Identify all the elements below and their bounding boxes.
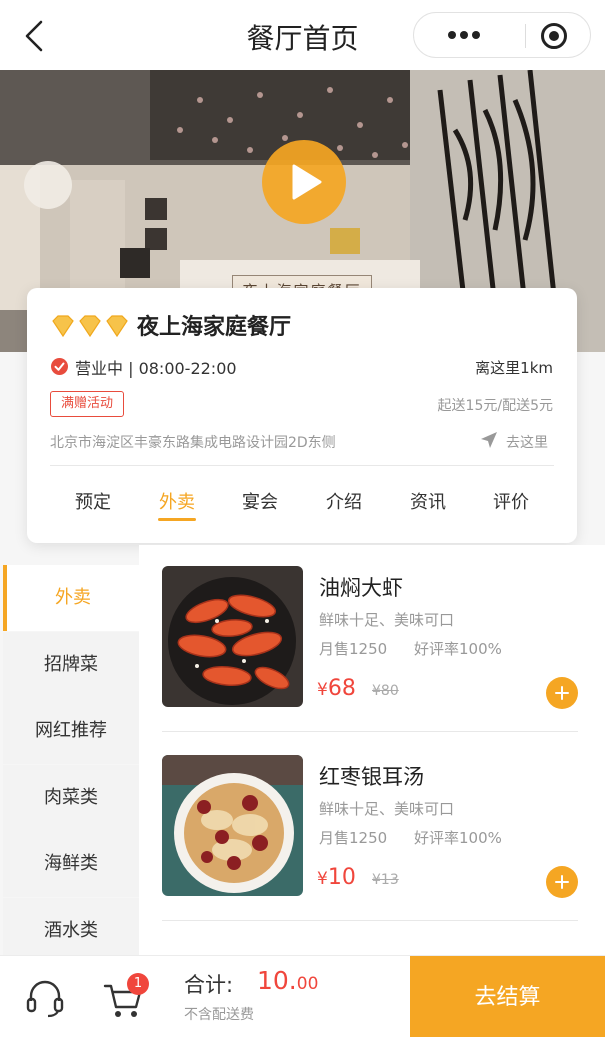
dish-price: ¥10 — [317, 865, 356, 890]
more-icon[interactable] — [444, 23, 484, 47]
dish-item[interactable]: 红枣银耳汤 鲜味十足、美味可口 月售1250 好评率100% ¥10 ¥13 — [162, 755, 578, 925]
open-status-icon — [51, 358, 68, 375]
dish-monthly-sales: 月售1250 — [319, 829, 388, 847]
business-hours: 营业中 | 08:00-22:00 — [75, 359, 237, 378]
restaurant-tabs: 预定 外卖 宴会 介绍 资讯 评价 — [27, 466, 577, 543]
dish-name: 油焖大虾 — [319, 576, 403, 600]
dish-monthly-sales: 月售1250 — [319, 640, 388, 658]
plus-icon — [555, 686, 569, 700]
delivery-fee-info: 起送15元/配送5元 — [437, 398, 553, 414]
play-icon — [292, 164, 322, 200]
tab-reviews[interactable]: 评价 — [476, 488, 546, 514]
dish-description: 鲜味十足、美味可口 — [319, 611, 455, 629]
plus-icon — [555, 875, 569, 889]
diamond-rating-icon — [52, 315, 128, 338]
dish-item[interactable]: 油焖大虾 鲜味十足、美味可口 月售1250 好评率100% ¥68 ¥80 — [162, 566, 578, 736]
navigate-link[interactable]: 去这里 — [506, 432, 548, 452]
currency-symbol: ¥ — [317, 680, 328, 700]
dish-divider — [162, 731, 578, 732]
dish-original-price: ¥13 — [372, 872, 399, 888]
tab-banquet[interactable]: 宴会 — [225, 488, 295, 514]
tab-reserve[interactable]: 预定 — [58, 488, 128, 514]
dish-description: 鲜味十足、美味可口 — [319, 800, 455, 818]
customer-service-icon[interactable] — [24, 977, 66, 1019]
cart-bar: 1 合计: 10.00 不含配送费 去结算 — [0, 955, 605, 1037]
total-integer: 10. — [257, 966, 297, 995]
total-amount: 10.00 — [257, 966, 318, 995]
category-takeout[interactable]: 外卖 — [3, 565, 139, 631]
tab-takeout[interactable]: 外卖 — [142, 488, 212, 514]
category-signature[interactable]: 招牌菜 — [3, 632, 139, 698]
navigation-arrow-icon[interactable] — [479, 430, 499, 450]
restaurant-name: 夜上海家庭餐厅 — [137, 315, 292, 340]
dish-rating: 好评率100% — [414, 640, 502, 658]
tab-intro[interactable]: 介绍 — [309, 488, 379, 514]
category-sidebar: 外卖 招牌菜 网红推荐 肉菜类 海鲜类 酒水类 — [3, 565, 139, 964]
nav-bar: 餐厅首页 — [0, 0, 605, 70]
restaurant-address: 北京市海淀区丰豪东路集成电路设计园2D东侧 — [50, 435, 336, 451]
capsule-divider — [525, 24, 526, 48]
total-decimal: 00 — [296, 974, 319, 994]
dish-original-price: ¥80 — [372, 683, 399, 699]
total-label: 合计: — [184, 973, 234, 997]
cart-count-badge: 1 — [127, 973, 149, 995]
category-meat[interactable]: 肉菜类 — [3, 765, 139, 831]
delivery-fee-note: 不含配送费 — [184, 1007, 254, 1023]
dish-divider — [162, 920, 578, 921]
close-miniprogram-icon[interactable] — [540, 22, 568, 50]
shrimp-dish-image — [162, 566, 303, 707]
active-tab-indicator — [158, 518, 196, 521]
distance: 离这里1km — [475, 359, 553, 377]
jujube-soup-image — [162, 755, 303, 896]
dish-name: 红枣银耳汤 — [319, 765, 424, 789]
tab-news[interactable]: 资讯 — [393, 488, 463, 514]
currency-symbol: ¥ — [317, 869, 328, 889]
mini-program-capsule — [413, 12, 591, 58]
checkout-button[interactable]: 去结算 — [410, 956, 605, 1037]
price-value: 68 — [327, 676, 356, 701]
dish-rating: 好评率100% — [414, 829, 502, 847]
restaurant-info-card: 夜上海家庭餐厅 营业中 | 08:00-22:00 离这里1km 满赠活动 起送… — [27, 288, 577, 543]
dish-price: ¥68 — [317, 676, 356, 701]
add-to-cart-button[interactable] — [546, 866, 578, 898]
promo-badge[interactable]: 满赠活动 — [50, 391, 125, 417]
category-trending[interactable]: 网红推荐 — [3, 698, 139, 764]
play-video-button[interactable] — [262, 140, 346, 224]
category-seafood[interactable]: 海鲜类 — [3, 831, 139, 897]
price-value: 10 — [327, 865, 356, 890]
restaurant-home-page: 餐厅首页 夜上海家庭餐厅 营业中 | 08:00-22:00 离这里1km 满赠… — [0, 0, 605, 1037]
add-to-cart-button[interactable] — [546, 677, 578, 709]
